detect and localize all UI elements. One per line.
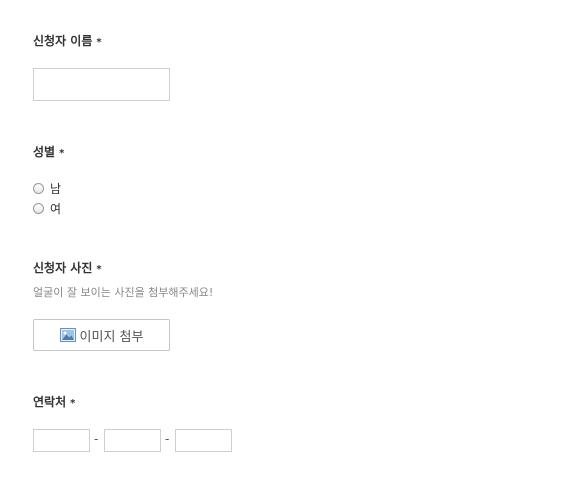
gender-option-female[interactable]: 여 bbox=[33, 201, 62, 216]
gender-label-text: 성별 bbox=[33, 145, 56, 159]
radio-female[interactable] bbox=[33, 202, 44, 214]
phone-part-2-input[interactable] bbox=[104, 429, 161, 452]
photo-help-text: 얼굴이 잘 보이는 사진을 첨부해주세요! bbox=[33, 286, 214, 299]
phone-separator: - bbox=[165, 432, 170, 446]
required-mark: * bbox=[96, 37, 102, 48]
name-label-text: 신청자 이름 bbox=[33, 34, 93, 48]
image-icon bbox=[59, 328, 76, 342]
attach-image-button-label: 이미지 첨부 bbox=[79, 329, 144, 345]
gender-option-male[interactable]: 남 bbox=[33, 181, 62, 196]
photo-label-text: 신청자 사진 bbox=[33, 261, 93, 275]
attach-image-button[interactable]: 이미지 첨부 bbox=[33, 319, 170, 351]
phone-label: 연락처 * bbox=[33, 393, 75, 410]
phone-separator: - bbox=[94, 432, 99, 446]
name-label: 신청자 이름 * bbox=[33, 32, 102, 49]
phone-part-3-input[interactable] bbox=[175, 429, 232, 452]
phone-part-1-input[interactable] bbox=[33, 429, 90, 452]
name-input[interactable] bbox=[33, 68, 170, 101]
gender-option-male-label: 남 bbox=[50, 181, 62, 196]
required-mark: * bbox=[59, 148, 65, 159]
gender-option-female-label: 여 bbox=[50, 201, 62, 216]
phone-label-text: 연락처 bbox=[33, 395, 67, 409]
photo-label: 신청자 사진 * bbox=[33, 259, 102, 276]
required-mark: * bbox=[70, 398, 76, 409]
required-mark: * bbox=[96, 264, 102, 275]
application-form: 신청자 이름 * 성별 * 남 여 신청자 사진 * 얼굴이 잘 보이는 사진을 첨부… bbox=[0, 0, 585, 477]
gender-label: 성별 * bbox=[33, 143, 64, 160]
radio-male[interactable] bbox=[33, 182, 44, 194]
